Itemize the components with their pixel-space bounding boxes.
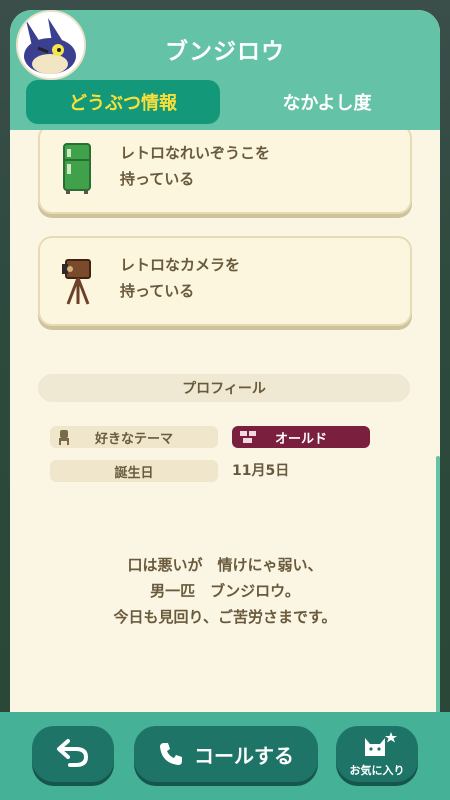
tab-friendship[interactable]: なかよし度 bbox=[230, 80, 424, 124]
favorite-theme-label-text: 好きなテーマ bbox=[94, 431, 173, 447]
birthday-label-text: 誕生日 bbox=[114, 465, 154, 481]
favorite-button-label: お気に入り bbox=[349, 764, 405, 777]
favorite-button[interactable]: お気に入り bbox=[336, 726, 418, 782]
theme-badge: オールド bbox=[232, 426, 370, 448]
item-card-fridge: レトロなれいぞうこを 持っている bbox=[38, 130, 412, 214]
item-label: レトロなれいぞうこを 持っている bbox=[120, 144, 271, 188]
call-button-label: コールする bbox=[194, 743, 294, 768]
theme-value: オールド bbox=[274, 431, 327, 447]
brick-icon bbox=[240, 431, 256, 443]
phone-icon bbox=[158, 741, 184, 767]
camera-icon bbox=[58, 252, 98, 308]
scrollbar[interactable] bbox=[436, 456, 440, 720]
back-button[interactable] bbox=[32, 726, 114, 782]
birthday-label: 誕生日 bbox=[50, 460, 218, 482]
call-button[interactable]: コールする bbox=[134, 726, 318, 782]
villager-avatar-icon bbox=[16, 10, 86, 80]
back-arrow-icon bbox=[56, 737, 90, 771]
birthday-value: 11月5日 bbox=[232, 463, 290, 479]
favorite-theme-label: 好きなテーマ bbox=[50, 426, 218, 448]
profile-section-title: プロフィール bbox=[38, 374, 410, 402]
tab-animal-info[interactable]: どうぶつ情報 bbox=[26, 80, 220, 124]
item-label: レトロなカメラを 持っている bbox=[120, 256, 241, 300]
cat-star-icon bbox=[357, 730, 397, 762]
villager-info-panel: ブンジロウ どうぶつ情報 なかよし度 レトロなれいぞうこを 持っている レトロな… bbox=[10, 10, 440, 800]
villager-quote: 口は悪いが 情けにゃ弱い、 男一匹 ブンジロウ。 今日も見回り、ご苦労さまです。 bbox=[113, 556, 337, 626]
chair-icon bbox=[56, 429, 72, 445]
fridge-icon bbox=[58, 140, 98, 196]
item-card-camera: レトロなカメラを 持っている bbox=[38, 236, 412, 326]
content-scroll-area[interactable]: レトロなれいぞうこを 持っている レトロなカメラを 持っている プロフィール 好… bbox=[10, 130, 440, 722]
